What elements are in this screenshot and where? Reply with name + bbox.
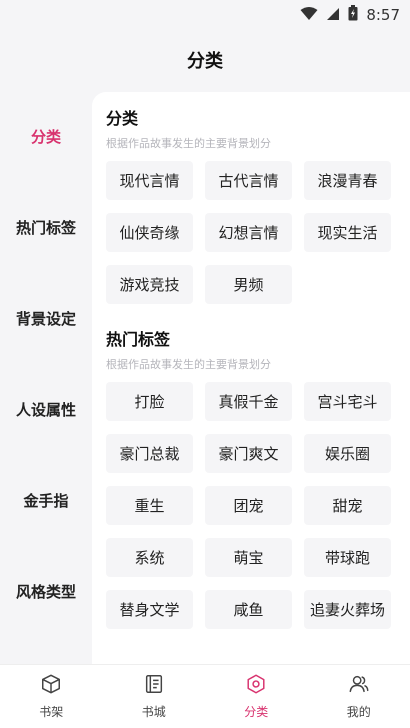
section-title: 热门标签 (106, 330, 171, 349)
tab-label: 书架 (39, 705, 64, 719)
tab-label: 分类 (244, 705, 269, 719)
tab-label: 书城 (141, 705, 166, 719)
sidebar-item-hot-tags[interactable]: 热门标签 (0, 207, 92, 247)
header: 分类 (0, 30, 410, 90)
section-hot-tags: 热门标签 根据作品故事发生的主要背景划分 打脸 真假千金 宫斗宅斗 豪门总裁 豪… (106, 328, 406, 629)
tag-button[interactable]: 真假千金 (205, 382, 292, 421)
tag-button[interactable]: 系统 (106, 538, 193, 577)
tab-label: 我的 (346, 705, 371, 719)
battery-icon (348, 5, 358, 25)
category-panel: 分类 根据作品故事发生的主要背景划分 现代言情 古代言情 浪漫青春 仙侠奇缘 幻… (92, 92, 410, 664)
tag-button[interactable]: 替身文学 (106, 590, 193, 629)
tab-category[interactable]: 分类 (205, 665, 308, 728)
tag-button[interactable]: 打脸 (106, 382, 193, 421)
tag-button[interactable]: 豪门爽文 (205, 434, 292, 473)
tag-button[interactable]: 豪门总裁 (106, 434, 193, 473)
tag-button[interactable]: 团宠 (205, 486, 292, 525)
tag-grid: 现代言情 古代言情 浪漫青春 仙侠奇缘 幻想言情 现实生活 游戏竞技 男频 (106, 161, 406, 304)
tag-button[interactable]: 幻想言情 (205, 213, 292, 252)
tag-button[interactable]: 带球跑 (304, 538, 391, 577)
book-icon (143, 673, 165, 699)
tag-button[interactable]: 古代言情 (205, 161, 292, 200)
sidebar-item-persona[interactable]: 人设属性 (0, 389, 92, 429)
tag-grid: 打脸 真假千金 宫斗宅斗 豪门总裁 豪门爽文 娱乐圈 重生 团宠 甜宠 系统 萌… (106, 382, 406, 629)
section-title: 分类 (106, 109, 139, 128)
tab-bookstore[interactable]: 书城 (103, 665, 206, 728)
tag-button[interactable]: 浪漫青春 (304, 161, 391, 200)
sidebar-item-category[interactable]: 分类 (0, 116, 92, 156)
signal-icon (326, 6, 340, 25)
wifi-icon (300, 6, 318, 25)
bottom-tab-bar: 书架 书城 分类 我的 (0, 664, 410, 728)
tab-bookshelf[interactable]: 书架 (0, 665, 103, 728)
tag-button[interactable]: 游戏竞技 (106, 265, 193, 304)
status-time: 8:57 (366, 6, 400, 24)
sidebar-item-style[interactable]: 风格类型 (0, 571, 92, 611)
tag-button[interactable]: 萌宝 (205, 538, 292, 577)
section-description: 根据作品故事发生的主要背景划分 (106, 358, 271, 371)
user-icon (348, 673, 370, 699)
tag-button[interactable]: 仙侠奇缘 (106, 213, 193, 252)
sidebar: 分类 热门标签 背景设定 人设属性 金手指 风格类型 (0, 92, 92, 662)
section-description: 根据作品故事发生的主要背景划分 (106, 137, 271, 150)
status-bar: 8:57 (0, 0, 410, 30)
sidebar-item-golden-finger[interactable]: 金手指 (0, 480, 92, 520)
hexagon-icon (245, 673, 267, 699)
tag-button[interactable]: 重生 (106, 486, 193, 525)
tag-button[interactable]: 男频 (205, 265, 292, 304)
tag-button[interactable]: 宫斗宅斗 (304, 382, 391, 421)
tag-button[interactable]: 甜宠 (304, 486, 391, 525)
tag-button[interactable]: 追妻火葬场 (304, 590, 391, 629)
cube-icon (40, 673, 62, 699)
page-title: 分类 (187, 51, 223, 72)
tag-button[interactable]: 现代言情 (106, 161, 193, 200)
sidebar-item-background[interactable]: 背景设定 (0, 298, 92, 338)
tag-button[interactable]: 现实生活 (304, 213, 391, 252)
section-category: 分类 根据作品故事发生的主要背景划分 现代言情 古代言情 浪漫青春 仙侠奇缘 幻… (106, 107, 406, 304)
tag-button[interactable]: 娱乐圈 (304, 434, 391, 473)
tab-profile[interactable]: 我的 (308, 665, 410, 728)
tag-button[interactable]: 咸鱼 (205, 590, 292, 629)
